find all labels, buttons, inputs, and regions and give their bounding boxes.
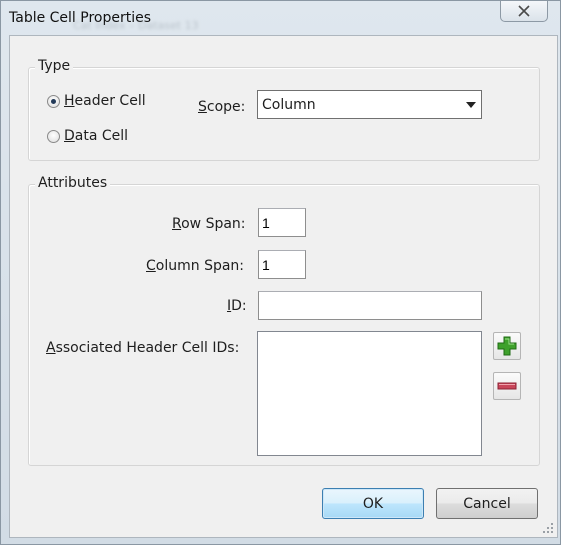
data-cell-radio[interactable] [47,129,60,143]
remove-header-id-button[interactable] [493,372,521,400]
dialog-body: Type Header Cell Data Cell Scope: Column… [9,35,558,538]
header-cell-label: Header Cell [64,93,146,109]
header-cell-radio-option[interactable]: Header Cell [47,93,146,109]
dialog-window: Table Cell Properties Cat Index – Datase… [0,0,561,545]
scope-label: Scope: [198,99,246,115]
data-cell-label: Data Cell [64,128,129,144]
background-window-title: Cat Index – Dataset 13 [73,19,199,32]
column-span-input[interactable] [258,250,306,279]
associated-header-ids-label: Associated Header Cell IDs: [46,340,240,356]
plus-icon [497,336,517,356]
resize-grip-icon[interactable] [543,523,553,533]
minus-icon [497,382,517,390]
type-group: Type Header Cell Data Cell Scope: Column [28,58,540,161]
row-span-label: Row Span: [172,216,246,232]
type-group-label: Type [35,58,74,74]
data-cell-radio-option[interactable]: Data Cell [47,128,128,144]
header-cell-radio[interactable] [47,94,60,108]
id-label: ID: [227,298,247,314]
close-button[interactable] [500,1,548,22]
title-bar[interactable]: Table Cell Properties Cat Index – Datase… [1,1,560,35]
column-span-label: Column Span: [146,258,245,274]
chevron-down-icon[interactable] [461,91,481,118]
scope-select-value: Column [262,96,316,113]
close-icon [518,5,530,17]
row-span-input[interactable] [258,208,306,237]
id-input[interactable] [258,291,482,320]
associated-header-ids-list[interactable] [257,331,482,456]
attributes-group-label: Attributes [35,175,111,191]
cancel-button[interactable]: Cancel [436,488,538,519]
scope-select[interactable]: Column [257,90,482,119]
ok-button[interactable]: OK [322,488,424,519]
add-header-id-button[interactable] [493,332,521,360]
attributes-group: Attributes Row Span: Column Span: ID: As… [28,175,540,466]
